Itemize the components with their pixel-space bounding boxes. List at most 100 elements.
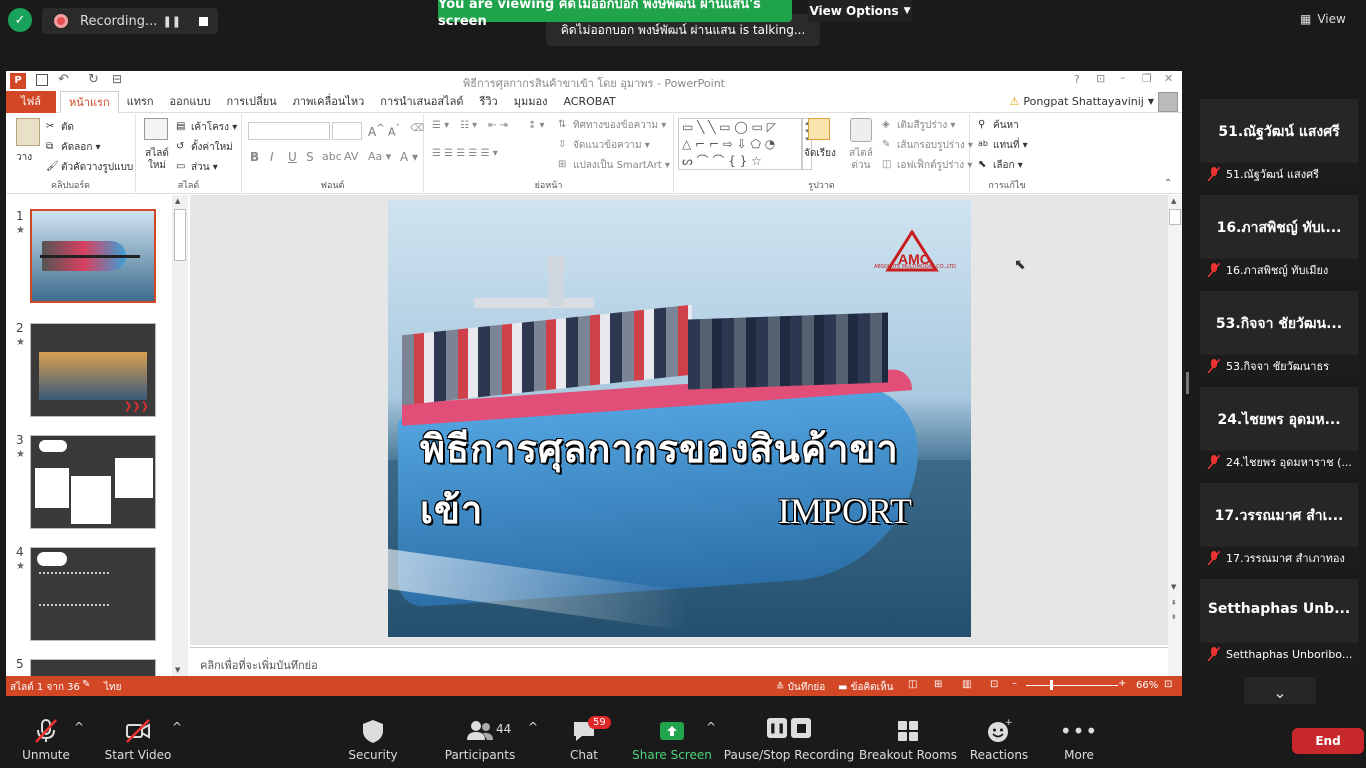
tab-animations[interactable]: ภาพเคลื่อนไหว xyxy=(285,91,373,113)
new-slide-icon[interactable] xyxy=(144,118,168,140)
slide-thumbnail-4[interactable] xyxy=(30,547,156,641)
tab-slideshow[interactable]: การนำเสนอสไลด์ xyxy=(372,91,471,113)
replace-button[interactable]: ab แทนที่ ▾ xyxy=(978,138,1028,153)
pause-recording-icon[interactable]: ❚❚ xyxy=(163,15,181,28)
start-video-button[interactable]: Start Video xyxy=(104,704,172,768)
end-meeting-button[interactable]: End xyxy=(1292,728,1364,754)
more-button[interactable]: ••• More xyxy=(1056,704,1102,768)
zoom-slider[interactable] xyxy=(1026,685,1118,686)
arrange-icon[interactable] xyxy=(808,118,830,140)
pause-stop-recording-button[interactable]: ❚❚ Pause/Stop Recording xyxy=(724,704,854,768)
unmute-button[interactable]: Unmute xyxy=(14,704,78,768)
indent-icon[interactable]: ⇤ ⇥ xyxy=(488,120,508,131)
scroll-participants-down-button[interactable]: ⌄ xyxy=(1244,677,1316,707)
maximize-icon[interactable]: ❐ xyxy=(1142,72,1152,85)
numbering-icon[interactable]: ☷ ▾ xyxy=(460,120,477,131)
section-button[interactable]: ▭ ส่วน ▾ xyxy=(176,160,218,175)
font-color-icon[interactable]: A ▾ xyxy=(400,150,418,164)
notes-toggle[interactable]: ≙ บันทึกย่อ xyxy=(776,680,825,695)
zoom-in-icon[interactable]: + xyxy=(1118,678,1126,689)
view-options-button[interactable]: View Options ▼ xyxy=(808,0,912,22)
breakout-rooms-button[interactable]: Breakout Rooms xyxy=(859,704,957,768)
zoom-slider-thumb[interactable] xyxy=(1050,680,1053,690)
participant-tile[interactable]: 17.วรรณมาศ สำเ... 17.วรรณมาศ สำเภาทอง xyxy=(1200,483,1358,569)
paste-icon[interactable] xyxy=(16,118,40,146)
participant-tile[interactable]: Setthaphas Unb... Setthaphas Unboribo... xyxy=(1200,579,1358,665)
participant-tile[interactable]: 16.ภาสพิชญ์ ทับเ... 16.ภาสพิชญ์ ทับเมียง xyxy=(1200,195,1358,281)
participants-caret-icon[interactable]: ^ xyxy=(528,720,538,734)
quick-styles-icon[interactable] xyxy=(850,118,872,142)
text-direction-button[interactable]: ⇅ ทิศทางของข้อความ ▾ xyxy=(558,118,666,133)
bullets-icon[interactable]: ☰ ▾ xyxy=(432,120,449,131)
chat-button[interactable]: Chat 59 xyxy=(560,704,611,768)
line-spacing-icon[interactable]: ↕ ▾ xyxy=(528,120,545,131)
underline-icon[interactable]: U xyxy=(288,150,297,164)
fit-slide-icon[interactable]: ⊡ xyxy=(1164,679,1172,690)
arrange-button[interactable]: จัดเรียง xyxy=(804,146,836,161)
ribbon-display-icon[interactable]: ⊡ xyxy=(1096,72,1105,85)
decrease-font-icon[interactable]: Aˇ xyxy=(388,123,400,139)
align-text-button[interactable]: ⇳ จัดแนวข้อความ ▾ xyxy=(558,138,650,153)
user-area[interactable]: ⚠ Pongpat Shattayavinij ▼ xyxy=(1010,91,1182,112)
shadow-icon[interactable]: S xyxy=(306,150,314,164)
security-shield-icon[interactable]: ✓ xyxy=(8,8,32,32)
notes-pane[interactable]: คลิกเพื่อที่จะเพิ่มบันทึกย่อ xyxy=(190,647,1168,676)
zoom-out-icon[interactable]: – xyxy=(1012,678,1017,689)
select-button[interactable]: ⬉ เลือก ▾ xyxy=(978,158,1023,173)
tab-view[interactable]: มุมมอง xyxy=(506,91,556,113)
view-button[interactable]: ▦ View xyxy=(1300,8,1360,30)
bold-icon[interactable]: B xyxy=(250,150,259,164)
cut-button[interactable]: ✂ ตัด xyxy=(46,120,74,135)
layout-button[interactable]: ▤ เค้าโครง ▾ xyxy=(176,120,237,135)
align-icons[interactable]: ☰ ☰ ☰ ☰ ☰ ▾ xyxy=(432,148,498,159)
shape-effects-button[interactable]: ◫ เอฟเฟ็กต์รูปร่าง ▾ xyxy=(882,158,972,173)
shapes-gallery[interactable]: ▭ ╲ ╲ ▭ ◯ ▭ ◸ △ ⌐ ⌐ ⇨ ⇩ ⬠ ◔ ᔕ ⌒ ⌒ { } ☆ xyxy=(678,118,802,170)
tab-design[interactable]: ออกแบบ xyxy=(162,91,219,113)
new-slide-button[interactable]: สไลด์ใหม่ xyxy=(142,148,172,172)
increase-font-icon[interactable]: A^ xyxy=(368,123,385,139)
security-button[interactable]: Security xyxy=(344,704,402,768)
normal-view-icon[interactable]: ◫ xyxy=(908,679,917,690)
slide-thumbnail-1[interactable] xyxy=(30,209,156,303)
shape-outline-button[interactable]: ✎ เส้นกรอบรูปร่าง ▾ xyxy=(882,138,973,153)
paste-button[interactable]: วาง xyxy=(16,150,32,165)
next-slide-icon[interactable]: ⇟ xyxy=(1171,613,1177,621)
stop-recording-icon[interactable] xyxy=(199,16,208,26)
prev-slide-icon[interactable]: ⇞ xyxy=(1171,599,1177,607)
shape-fill-button[interactable]: ◈ เติมสีรูปร่าง ▾ xyxy=(882,118,955,133)
reset-button[interactable]: ↺ ตั้งค่าใหม่ xyxy=(176,140,233,155)
find-button[interactable]: ⚲ ค้นหา xyxy=(978,118,1019,133)
quick-styles-button[interactable]: สไตล์ด่วน xyxy=(844,148,878,172)
minimize-icon[interactable]: – xyxy=(1120,71,1126,84)
participant-tile[interactable]: 53.กิจจา ชัยวัฒน... 53.กิจจา ชัยวัฒนาธร xyxy=(1200,291,1358,377)
participant-tile[interactable]: 51.ณัฐวัฒน์ แสงศรี 51.ณัฐวัฒน์ แสงศรี xyxy=(1200,99,1358,185)
strikethrough-icon[interactable]: abc xyxy=(322,150,342,163)
slideshow-view-icon[interactable]: ⊡ xyxy=(990,679,998,690)
language-status[interactable]: ไทย xyxy=(104,680,121,695)
char-spacing-icon[interactable]: AV xyxy=(344,150,358,163)
tab-acrobat[interactable]: ACROBAT xyxy=(555,91,623,113)
sorter-view-icon[interactable]: ⊞ xyxy=(934,679,942,690)
collapse-ribbon-icon[interactable]: ⌃ xyxy=(1164,178,1172,189)
video-options-caret-icon[interactable]: ^ xyxy=(172,720,182,734)
slide-thumbnail-2[interactable]: ❯❯❯ xyxy=(30,323,156,417)
change-case-icon[interactable]: Aa ▾ xyxy=(368,150,391,163)
zoom-level[interactable]: 66% xyxy=(1136,680,1158,691)
resize-grip[interactable] xyxy=(1186,372,1189,394)
help-icon[interactable]: ? xyxy=(1074,73,1080,86)
tab-insert[interactable]: แทรก xyxy=(119,91,162,113)
editor-scrollbar[interactable]: ▲ ▼ ⇞ ⇟ xyxy=(1168,195,1182,676)
reactions-button[interactable]: + Reactions xyxy=(968,704,1030,768)
slide-thumbnail-3[interactable] xyxy=(30,435,156,529)
tab-transitions[interactable]: การเปลี่ยน xyxy=(218,91,284,113)
tab-review[interactable]: รีวิว xyxy=(471,91,505,113)
copy-button[interactable]: ⧉ คัดลอก ▾ xyxy=(46,140,101,155)
share-caret-icon[interactable]: ^ xyxy=(706,720,716,734)
participant-tile[interactable]: 24.ไชยพร อุดมห... 24.ไชยพร อุดมหาราช (..… xyxy=(1200,387,1358,473)
smartart-button[interactable]: ⊞ แปลงเป็น SmartArt ▾ xyxy=(558,158,670,173)
comments-toggle[interactable]: ▬ ข้อคิดเห็น xyxy=(838,680,894,695)
tab-home[interactable]: หน้าแรก xyxy=(60,90,119,113)
reading-view-icon[interactable]: ▥ xyxy=(962,679,971,690)
format-painter-button[interactable]: 🖌 ตัวคัดวางรูปแบบ xyxy=(46,160,133,175)
tab-file[interactable]: ไฟล์ xyxy=(6,90,56,113)
